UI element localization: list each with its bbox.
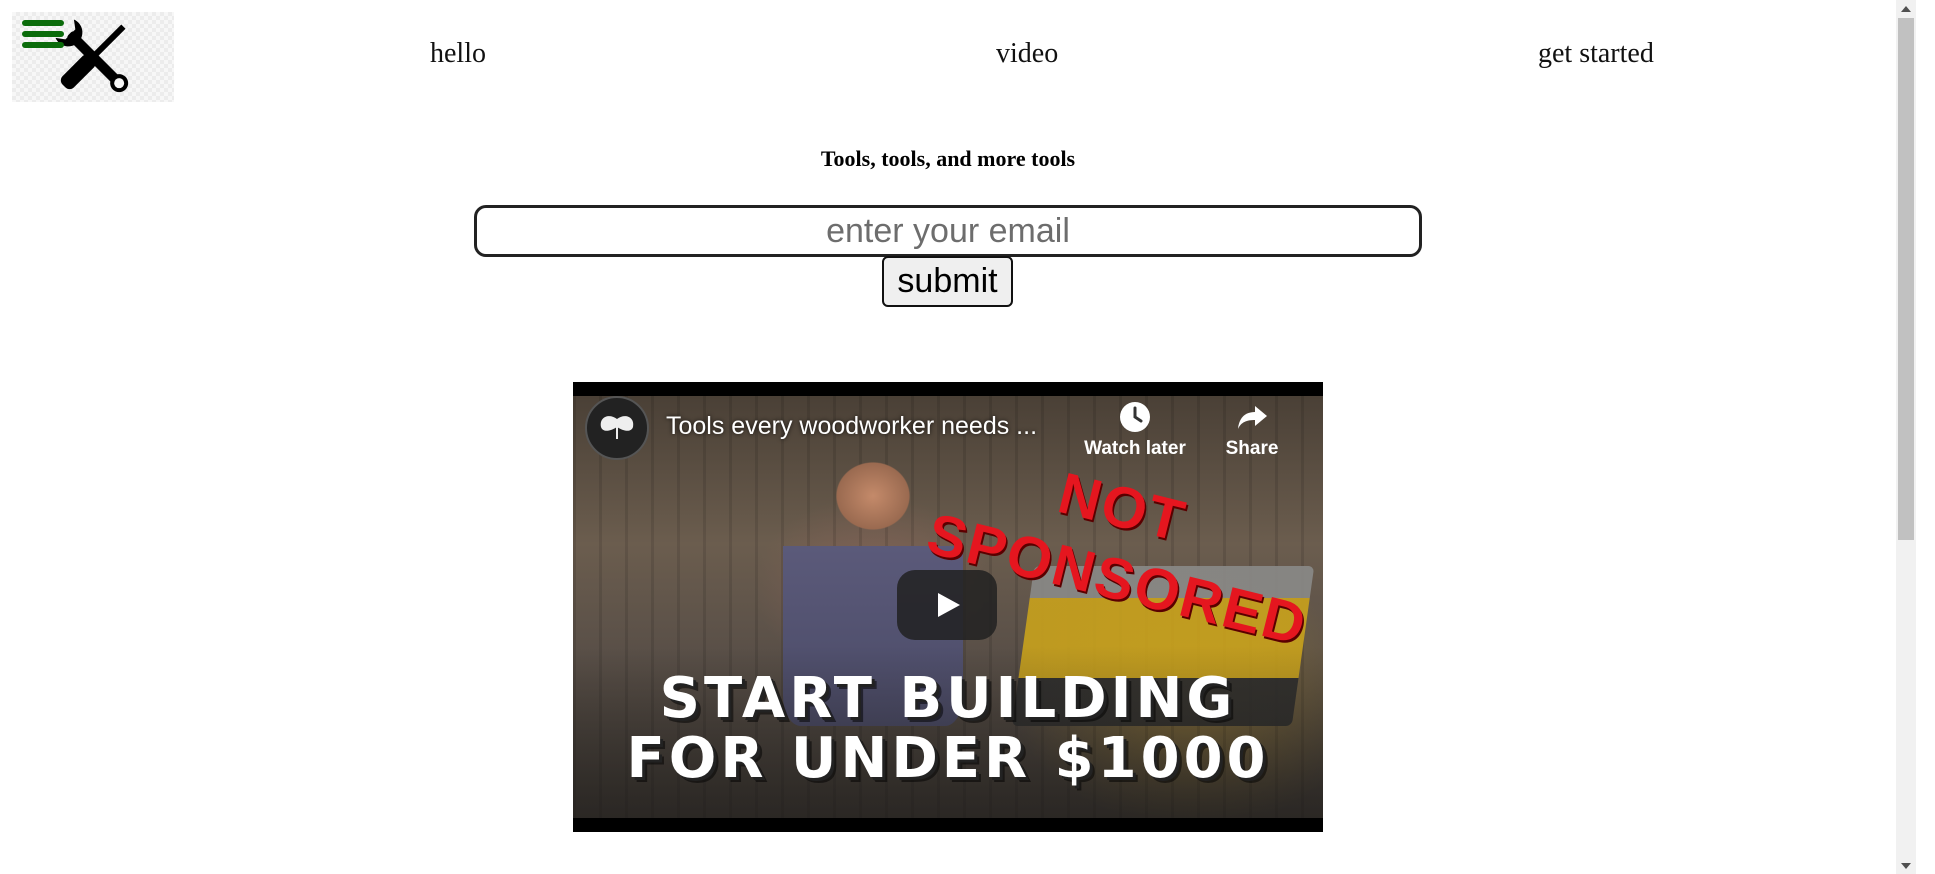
watch-later-button[interactable]: Watch later — [1080, 400, 1190, 460]
page-heading: Tools, tools, and more tools — [820, 146, 1076, 171]
window-edge — [1916, 0, 1935, 874]
nav-link-hello[interactable]: hello — [430, 38, 486, 70]
submit-button[interactable]: submit — [882, 256, 1013, 307]
scrollbar-thumb[interactable] — [1898, 18, 1914, 540]
video-title[interactable]: Tools every woodworker needs ... — [666, 412, 1037, 441]
share-button[interactable]: Share — [1197, 400, 1307, 460]
hamburger-menu-icon[interactable] — [22, 20, 64, 52]
video-embed[interactable]: NOT SPONSORED START BUILDING FOR UNDER $… — [573, 382, 1323, 832]
play-button[interactable] — [897, 570, 997, 640]
page: hello video get started Tools, tools, an… — [0, 0, 1896, 874]
site-logo[interactable] — [12, 12, 174, 102]
vertical-scrollbar[interactable] — [1896, 0, 1916, 874]
moth-icon — [600, 416, 634, 439]
nav-link-video[interactable]: video — [996, 38, 1058, 70]
channel-avatar[interactable] — [585, 396, 649, 460]
share-label: Share — [1225, 438, 1279, 459]
scroll-down-arrow-icon[interactable] — [1896, 857, 1916, 874]
email-field[interactable] — [474, 205, 1422, 257]
clock-icon — [1120, 402, 1150, 432]
share-arrow-icon — [1238, 406, 1267, 429]
thumbnail-headline-line-2: FOR UNDER $1000 — [626, 726, 1270, 791]
watch-later-label: Watch later — [1084, 438, 1186, 459]
thumbnail-headline-line-1: START BUILDING — [659, 666, 1237, 731]
scroll-up-arrow-icon[interactable] — [1896, 0, 1916, 17]
play-icon — [938, 593, 960, 617]
nav-link-get-started[interactable]: get started — [1538, 38, 1654, 70]
